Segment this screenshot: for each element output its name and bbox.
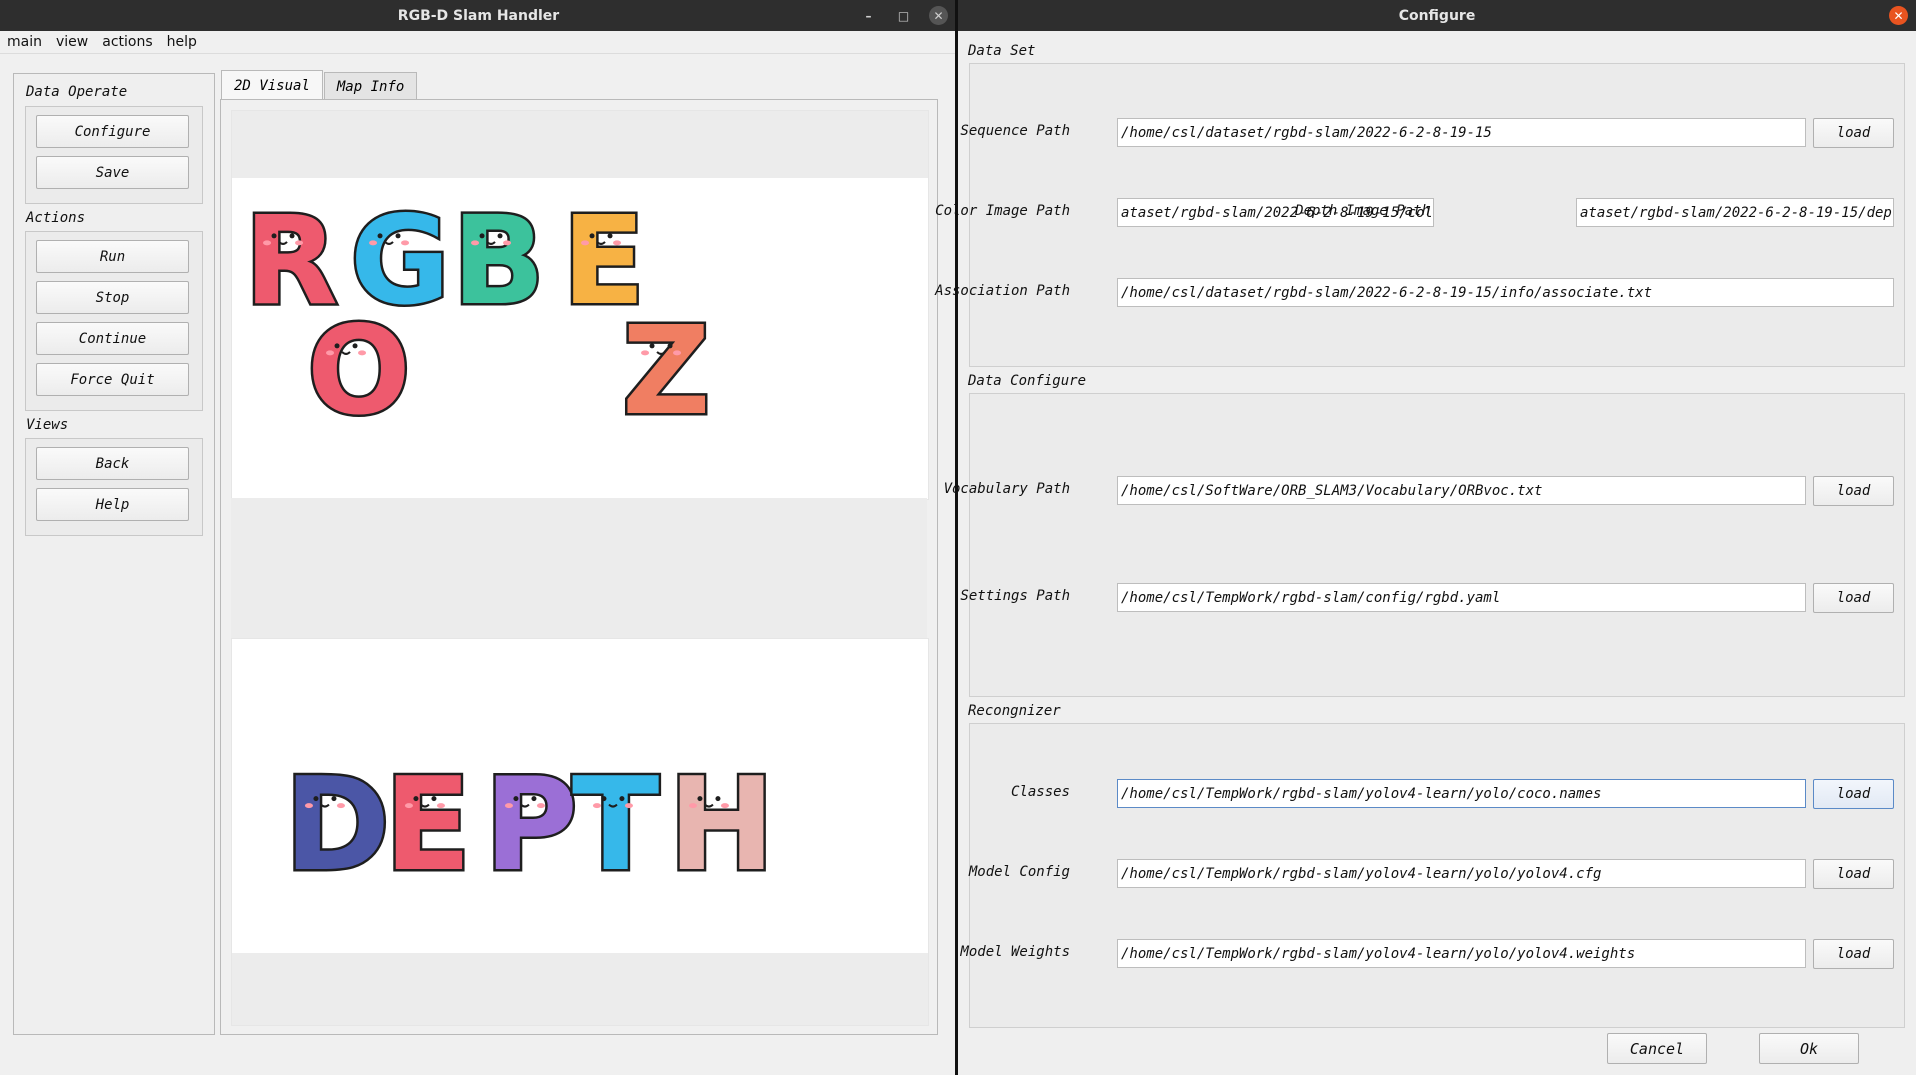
view-tabs: 2D Visual Map Info [221,70,418,100]
model-weights-input[interactable]: /home/csl/TempWork/rgbd-slam/yolov4-lear… [1117,939,1806,968]
cartoon-letter-b: B [450,188,548,335]
control-panel: Data Operate Configure Save Actions Run … [13,73,215,1035]
sequence-load-button[interactable]: load [1813,118,1894,148]
classes-label: Classes [1010,784,1070,800]
configure-button[interactable]: Configure [36,115,189,148]
configure-dialog: Configure ✕ Data Set Sequence Path /home… [935,0,1916,1075]
model-weights-load-button[interactable]: load [1813,939,1894,969]
close-icon[interactable]: ✕ [929,6,948,25]
sequence-path-label: Sequence Path [960,123,1070,139]
cartoon-letter-h: H [666,749,778,903]
vocabulary-path-label: Vocabulary Path [943,481,1070,497]
cartoon-letter-d: D [282,749,393,903]
color-image-path-label: Color Image Path [935,203,1070,219]
svg-text:D: D [284,751,390,900]
image-gap [231,498,927,638]
rgb-image-view: RGBEOZ [231,110,929,500]
actions-group: Run Stop Continue Force Quit [25,231,203,411]
vocabulary-load-button[interactable]: load [1813,476,1894,506]
continue-button[interactable]: Continue [36,322,189,355]
main-window: RGB-D Slam Handler – □ ✕ main view actio… [0,0,957,1075]
recognizer-label: Recongnizer [968,703,1061,719]
association-path-label: Association Path [935,283,1070,299]
maximize-icon[interactable]: □ [894,6,913,25]
settings-path-input[interactable]: /home/csl/TempWork/rgbd-slam/config/rgbd… [1117,583,1806,612]
model-config-label: Model Config [968,864,1070,880]
data-configure-label: Data Configure [968,373,1087,389]
classes-input[interactable]: /home/csl/TempWork/rgbd-slam/yolov4-lear… [1117,779,1806,808]
settings-path-label: Settings Path [960,588,1070,604]
run-button[interactable]: Run [36,240,189,273]
actions-label: Actions [26,210,86,226]
data-configure-group [969,393,1905,697]
cartoon-letter-e: E [382,749,474,903]
menu-bar: main view actions help [0,31,957,54]
depth-image-path-input[interactable]: ataset/rgbd-slam/2022-6-2-8-19-15/depth [1576,198,1894,227]
image-padding-bottom [232,953,928,1025]
svg-text:B: B [452,190,545,332]
data-operate-group: Configure Save [25,106,203,204]
association-path-input[interactable]: /home/csl/dataset/rgbd-slam/2022-6-2-8-1… [1117,278,1894,307]
svg-text:E: E [384,751,471,900]
ok-button[interactable]: Ok [1759,1033,1859,1064]
configure-title-bar: Configure ✕ [958,0,1916,31]
svg-text:T: T [572,751,659,900]
main-title-bar: RGB-D Slam Handler – □ ✕ [0,0,957,31]
minimize-icon[interactable]: – [859,6,878,25]
data-set-label: Data Set [968,43,1036,59]
svg-text:Z: Z [622,300,710,442]
cancel-button[interactable]: Cancel [1607,1033,1707,1064]
model-weights-label: Model Weights [960,944,1070,960]
stop-button[interactable]: Stop [36,281,189,314]
svg-text:O: O [307,300,411,442]
tab-2d-visual[interactable]: 2D Visual [221,70,323,100]
tab-map-info[interactable]: Map Info [323,72,418,100]
views-label: Views [26,417,69,433]
classes-load-button[interactable]: load [1813,779,1894,809]
menu-main[interactable]: main [0,34,49,50]
force-quit-button[interactable]: Force Quit [36,363,189,396]
visual-pane: RGBEOZ DEPTH [220,99,938,1035]
help-button[interactable]: Help [36,488,189,521]
depth-image-view: DEPTH [231,638,929,1026]
data-operate-label: Data Operate [26,84,128,100]
cartoon-letter-z: Z [620,298,713,445]
views-group: Back Help [25,438,203,536]
cartoon-letter-o: O [305,298,414,445]
image-padding-top [232,111,928,178]
svg-text:P: P [484,751,578,900]
model-config-input[interactable]: /home/csl/TempWork/rgbd-slam/yolov4-lear… [1117,859,1806,888]
cartoon-letter-t: T [570,749,662,903]
rgb-image: R G B EO Z [242,188,713,445]
back-button[interactable]: Back [36,447,189,480]
menu-actions[interactable]: actions [95,34,159,50]
model-config-load-button[interactable]: load [1813,859,1894,889]
depth-image: DE PT H [282,749,778,903]
configure-title: Configure [1398,7,1476,24]
cartoon-letter-p: P [482,749,581,903]
vocabulary-path-input[interactable]: /home/csl/SoftWare/ORB_SLAM3/Vocabulary/… [1117,476,1806,505]
sequence-path-input[interactable]: /home/csl/dataset/rgbd-slam/2022-6-2-8-1… [1117,118,1806,147]
main-window-title: RGB-D Slam Handler [397,7,560,24]
dialog-close-icon[interactable]: ✕ [1889,6,1908,25]
svg-text:H: H [668,751,775,900]
menu-help[interactable]: help [160,34,204,50]
save-button[interactable]: Save [36,156,189,189]
depth-image-path-label: Depth Image Path [1295,203,1430,219]
settings-load-button[interactable]: load [1813,583,1894,613]
menu-view[interactable]: view [49,34,95,50]
